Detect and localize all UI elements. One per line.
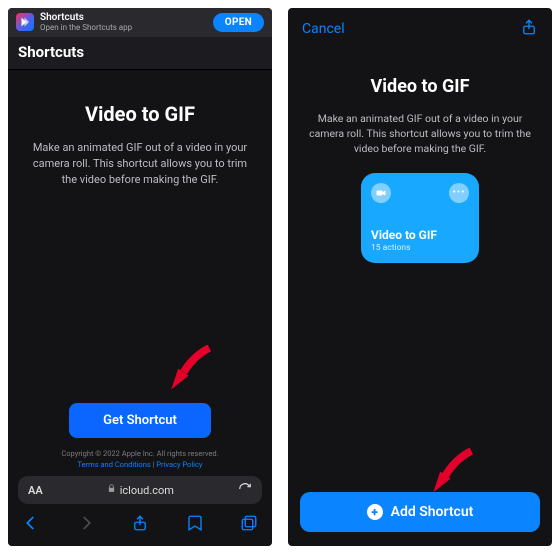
lock-icon xyxy=(107,484,116,496)
open-app-button[interactable]: OPEN xyxy=(213,13,264,32)
url-domain: icloud.com xyxy=(120,484,174,497)
card-title: Video to GIF xyxy=(371,228,469,242)
legal-footer: Copyright © 2022 Apple Inc. All rights r… xyxy=(61,448,218,471)
legal-terms-link[interactable]: Terms and Conditions xyxy=(78,460,151,469)
screenshot-left: Shortcuts Open in the Shortcuts app OPEN… xyxy=(8,8,272,546)
share-button[interactable] xyxy=(131,514,149,536)
cancel-button[interactable]: Cancel xyxy=(302,21,345,37)
safari-toolbar xyxy=(8,508,272,546)
shortcuts-app-icon xyxy=(16,13,34,31)
tabs-button[interactable] xyxy=(240,514,258,536)
legal-copyright: Copyright © 2022 Apple Inc. All rights r… xyxy=(61,449,218,458)
page-description: Make an animated GIF out of a video in y… xyxy=(26,140,254,188)
get-shortcut-button[interactable]: Get Shortcut xyxy=(69,403,211,438)
bookmarks-button[interactable] xyxy=(186,514,204,536)
sheet-title: Video to GIF xyxy=(371,76,470,97)
forward-button xyxy=(77,514,95,536)
legal-privacy-link[interactable]: Privacy Policy xyxy=(156,460,202,469)
more-icon[interactable]: ••• xyxy=(449,183,469,203)
share-icon[interactable] xyxy=(520,18,538,40)
refresh-button[interactable] xyxy=(238,482,252,499)
smart-app-banner: Shortcuts Open in the Shortcuts app OPEN xyxy=(8,8,272,37)
plus-icon: + xyxy=(367,504,383,520)
nav-title: Shortcuts xyxy=(8,37,272,70)
banner-app-name: Shortcuts xyxy=(40,13,132,24)
card-subtitle: 15 actions xyxy=(371,243,469,253)
text-size-button[interactable]: AA xyxy=(28,484,43,497)
screenshot-right: Cancel Video to GIF Make an animated GIF… xyxy=(288,8,552,546)
safari-address-bar[interactable]: AA icloud.com xyxy=(18,476,262,504)
back-button[interactable] xyxy=(22,514,40,536)
add-shortcut-button[interactable]: + Add Shortcut xyxy=(300,492,540,532)
banner-app-sub: Open in the Shortcuts app xyxy=(40,24,132,32)
sheet-description: Make an animated GIF out of a video in y… xyxy=(308,111,532,157)
shortcut-card[interactable]: ••• Video to GIF 15 actions xyxy=(361,173,479,263)
video-icon xyxy=(371,183,391,203)
add-shortcut-label: Add Shortcut xyxy=(391,504,474,520)
page-title: Video to GIF xyxy=(85,102,195,126)
sheet-nav: Cancel xyxy=(288,8,552,46)
